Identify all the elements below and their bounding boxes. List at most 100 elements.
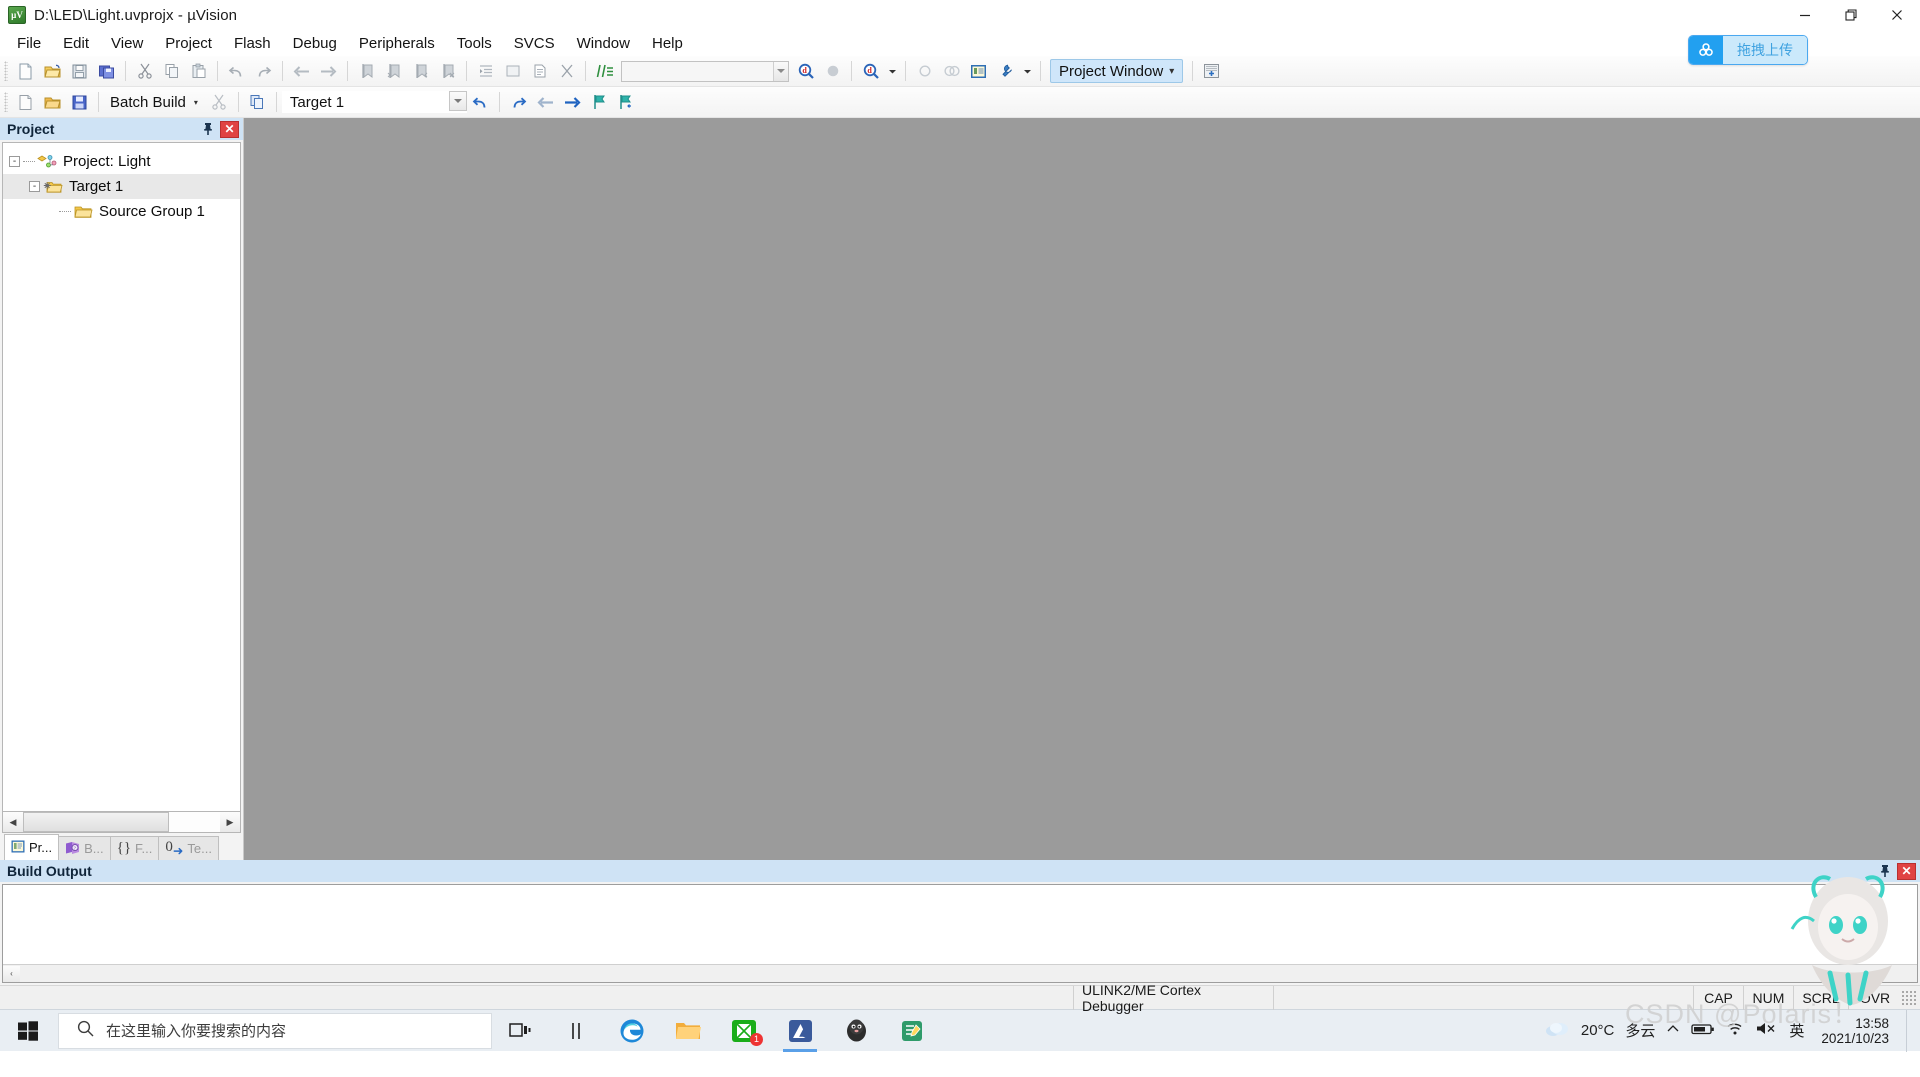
ime-indicator[interactable]: 英 xyxy=(1789,1020,1804,1041)
translate-file-icon[interactable] xyxy=(13,90,38,115)
chevron-up-icon[interactable] xyxy=(1666,1022,1680,1040)
menu-peripherals[interactable]: Peripherals xyxy=(348,33,446,54)
breakpoint-insert-icon[interactable] xyxy=(912,59,937,84)
find-in-files-icon[interactable]: d xyxy=(793,59,818,84)
resize-grip[interactable] xyxy=(1901,989,1917,1006)
navigate-forward-icon[interactable] xyxy=(316,59,341,84)
menu-project[interactable]: Project xyxy=(154,33,223,54)
show-desktop-button[interactable] xyxy=(1906,1009,1916,1052)
project-tree[interactable]: - Project: Light - Target 1 Source Group… xyxy=(2,142,241,811)
menu-file[interactable]: File xyxy=(6,33,52,54)
notes-icon[interactable] xyxy=(884,1010,940,1052)
download-icon[interactable] xyxy=(245,90,270,115)
paste-icon[interactable] xyxy=(186,59,211,84)
copy-icon[interactable] xyxy=(159,59,184,84)
scroll-track[interactable] xyxy=(23,812,220,832)
tab-books[interactable]: ? B... xyxy=(58,836,111,860)
navigate-back-icon[interactable] xyxy=(289,59,314,84)
file-explorer-icon[interactable] xyxy=(660,1010,716,1052)
volume-muted-icon[interactable] xyxy=(1756,1021,1778,1040)
redo-icon[interactable] xyxy=(251,59,276,84)
minimize-button[interactable] xyxy=(1782,0,1828,30)
start-debug-icon[interactable]: d xyxy=(858,59,883,84)
menu-view[interactable]: View xyxy=(100,33,154,54)
close-icon[interactable]: ✕ xyxy=(1897,862,1916,880)
configure-target-icon[interactable] xyxy=(993,59,1018,84)
find-combo-arrow-icon[interactable] xyxy=(772,61,788,81)
save-icon[interactable] xyxy=(67,59,92,84)
flag-goto-icon[interactable] xyxy=(614,90,639,115)
scroll-thumb[interactable] xyxy=(23,812,169,832)
project-tree-hscrollbar[interactable]: ◀ ▶ xyxy=(2,811,241,833)
open-file-icon[interactable] xyxy=(40,59,65,84)
target-select[interactable]: Target 1 xyxy=(281,91,467,113)
uncomment-icon[interactable] xyxy=(554,59,579,84)
toolbar-grip[interactable] xyxy=(4,61,8,81)
bookmark-next-icon[interactable] xyxy=(408,59,433,84)
maximize-restore-button[interactable] xyxy=(1828,0,1874,30)
rebuild-icon[interactable] xyxy=(67,90,92,115)
toolbar-grip[interactable] xyxy=(4,92,8,112)
expander-icon[interactable]: - xyxy=(29,181,40,192)
cut-icon[interactable] xyxy=(132,59,157,84)
menu-tools[interactable]: Tools xyxy=(446,33,503,54)
editor-area[interactable] xyxy=(244,118,1920,860)
stop-build-icon[interactable] xyxy=(207,90,232,115)
bookmark-clear-icon[interactable] xyxy=(435,59,460,84)
tab-templates[interactable]: 0➜ Te... xyxy=(158,836,219,860)
save-all-icon[interactable] xyxy=(94,59,119,84)
step-forward-icon[interactable] xyxy=(560,90,585,115)
menu-edit[interactable]: Edit xyxy=(52,33,100,54)
new-file-icon[interactable] xyxy=(13,59,38,84)
tab-project[interactable]: Pr... xyxy=(4,834,60,860)
configure-dropdown-icon[interactable] xyxy=(1020,59,1034,84)
browse-symbol-icon[interactable] xyxy=(820,59,845,84)
breakpoint-disable-icon[interactable] xyxy=(939,59,964,84)
wechat-icon[interactable]: 1 xyxy=(716,1010,772,1052)
flag-icon[interactable] xyxy=(587,90,612,115)
redo-target-icon[interactable] xyxy=(506,90,531,115)
menu-window[interactable]: Window xyxy=(566,33,641,54)
step-back-icon[interactable] xyxy=(533,90,558,115)
bookmark-toggle-icon[interactable] xyxy=(354,59,379,84)
chevron-down-icon[interactable] xyxy=(448,91,467,111)
scroll-left-icon[interactable]: ‹ xyxy=(3,965,20,982)
batch-build-label[interactable]: Batch Build xyxy=(104,94,192,111)
pin-icon[interactable] xyxy=(199,120,217,138)
undo-target-icon[interactable] xyxy=(468,90,493,115)
build-output-text[interactable]: ‹ xyxy=(2,884,1918,983)
menu-debug[interactable]: Debug xyxy=(282,33,348,54)
menu-help[interactable]: Help xyxy=(641,33,694,54)
close-button[interactable] xyxy=(1874,0,1920,30)
drag-upload-pill[interactable]: 拖拽上传 xyxy=(1688,35,1808,65)
scroll-right-icon[interactable]: ▶ xyxy=(220,812,240,832)
project-window-button[interactable]: Project Window ▾ xyxy=(1050,59,1184,83)
taskbar-search[interactable]: 在这里输入你要搜索的内容 xyxy=(58,1012,492,1049)
qq-icon[interactable] xyxy=(828,1010,884,1052)
scroll-left-icon[interactable]: ◀ xyxy=(3,812,23,832)
find-input[interactable] xyxy=(622,61,773,81)
tree-node-source-group[interactable]: Source Group 1 xyxy=(3,199,240,224)
task-view-icon[interactable] xyxy=(492,1010,548,1052)
indent-icon[interactable] xyxy=(473,59,498,84)
window-layout-icon[interactable] xyxy=(1199,59,1224,84)
keil-uvision-icon[interactable] xyxy=(772,1010,828,1052)
find-combo[interactable] xyxy=(621,60,789,82)
taskbar-clock[interactable]: 13:58 2021/10/23 xyxy=(1815,1016,1895,1046)
undo-icon[interactable] xyxy=(224,59,249,84)
debug-options-dropdown-icon[interactable] xyxy=(885,59,899,84)
edge-icon[interactable] xyxy=(604,1010,660,1052)
wifi-icon[interactable] xyxy=(1726,1021,1745,1040)
windows-start-icon[interactable] xyxy=(0,1010,56,1052)
close-icon[interactable]: ✕ xyxy=(220,120,239,138)
expander-icon[interactable]: - xyxy=(9,156,20,167)
outdent-icon[interactable] xyxy=(500,59,525,84)
build-target-icon[interactable] xyxy=(40,90,65,115)
tree-node-project[interactable]: - Project: Light xyxy=(3,149,240,174)
build-output-hscrollbar[interactable]: ‹ xyxy=(3,964,1917,982)
battery-icon[interactable] xyxy=(1691,1022,1715,1040)
line-numbers-icon[interactable] xyxy=(592,59,617,84)
bookmark-prev-icon[interactable] xyxy=(381,59,406,84)
menu-svcs[interactable]: SVCS xyxy=(503,33,566,54)
comment-icon[interactable] xyxy=(527,59,552,84)
